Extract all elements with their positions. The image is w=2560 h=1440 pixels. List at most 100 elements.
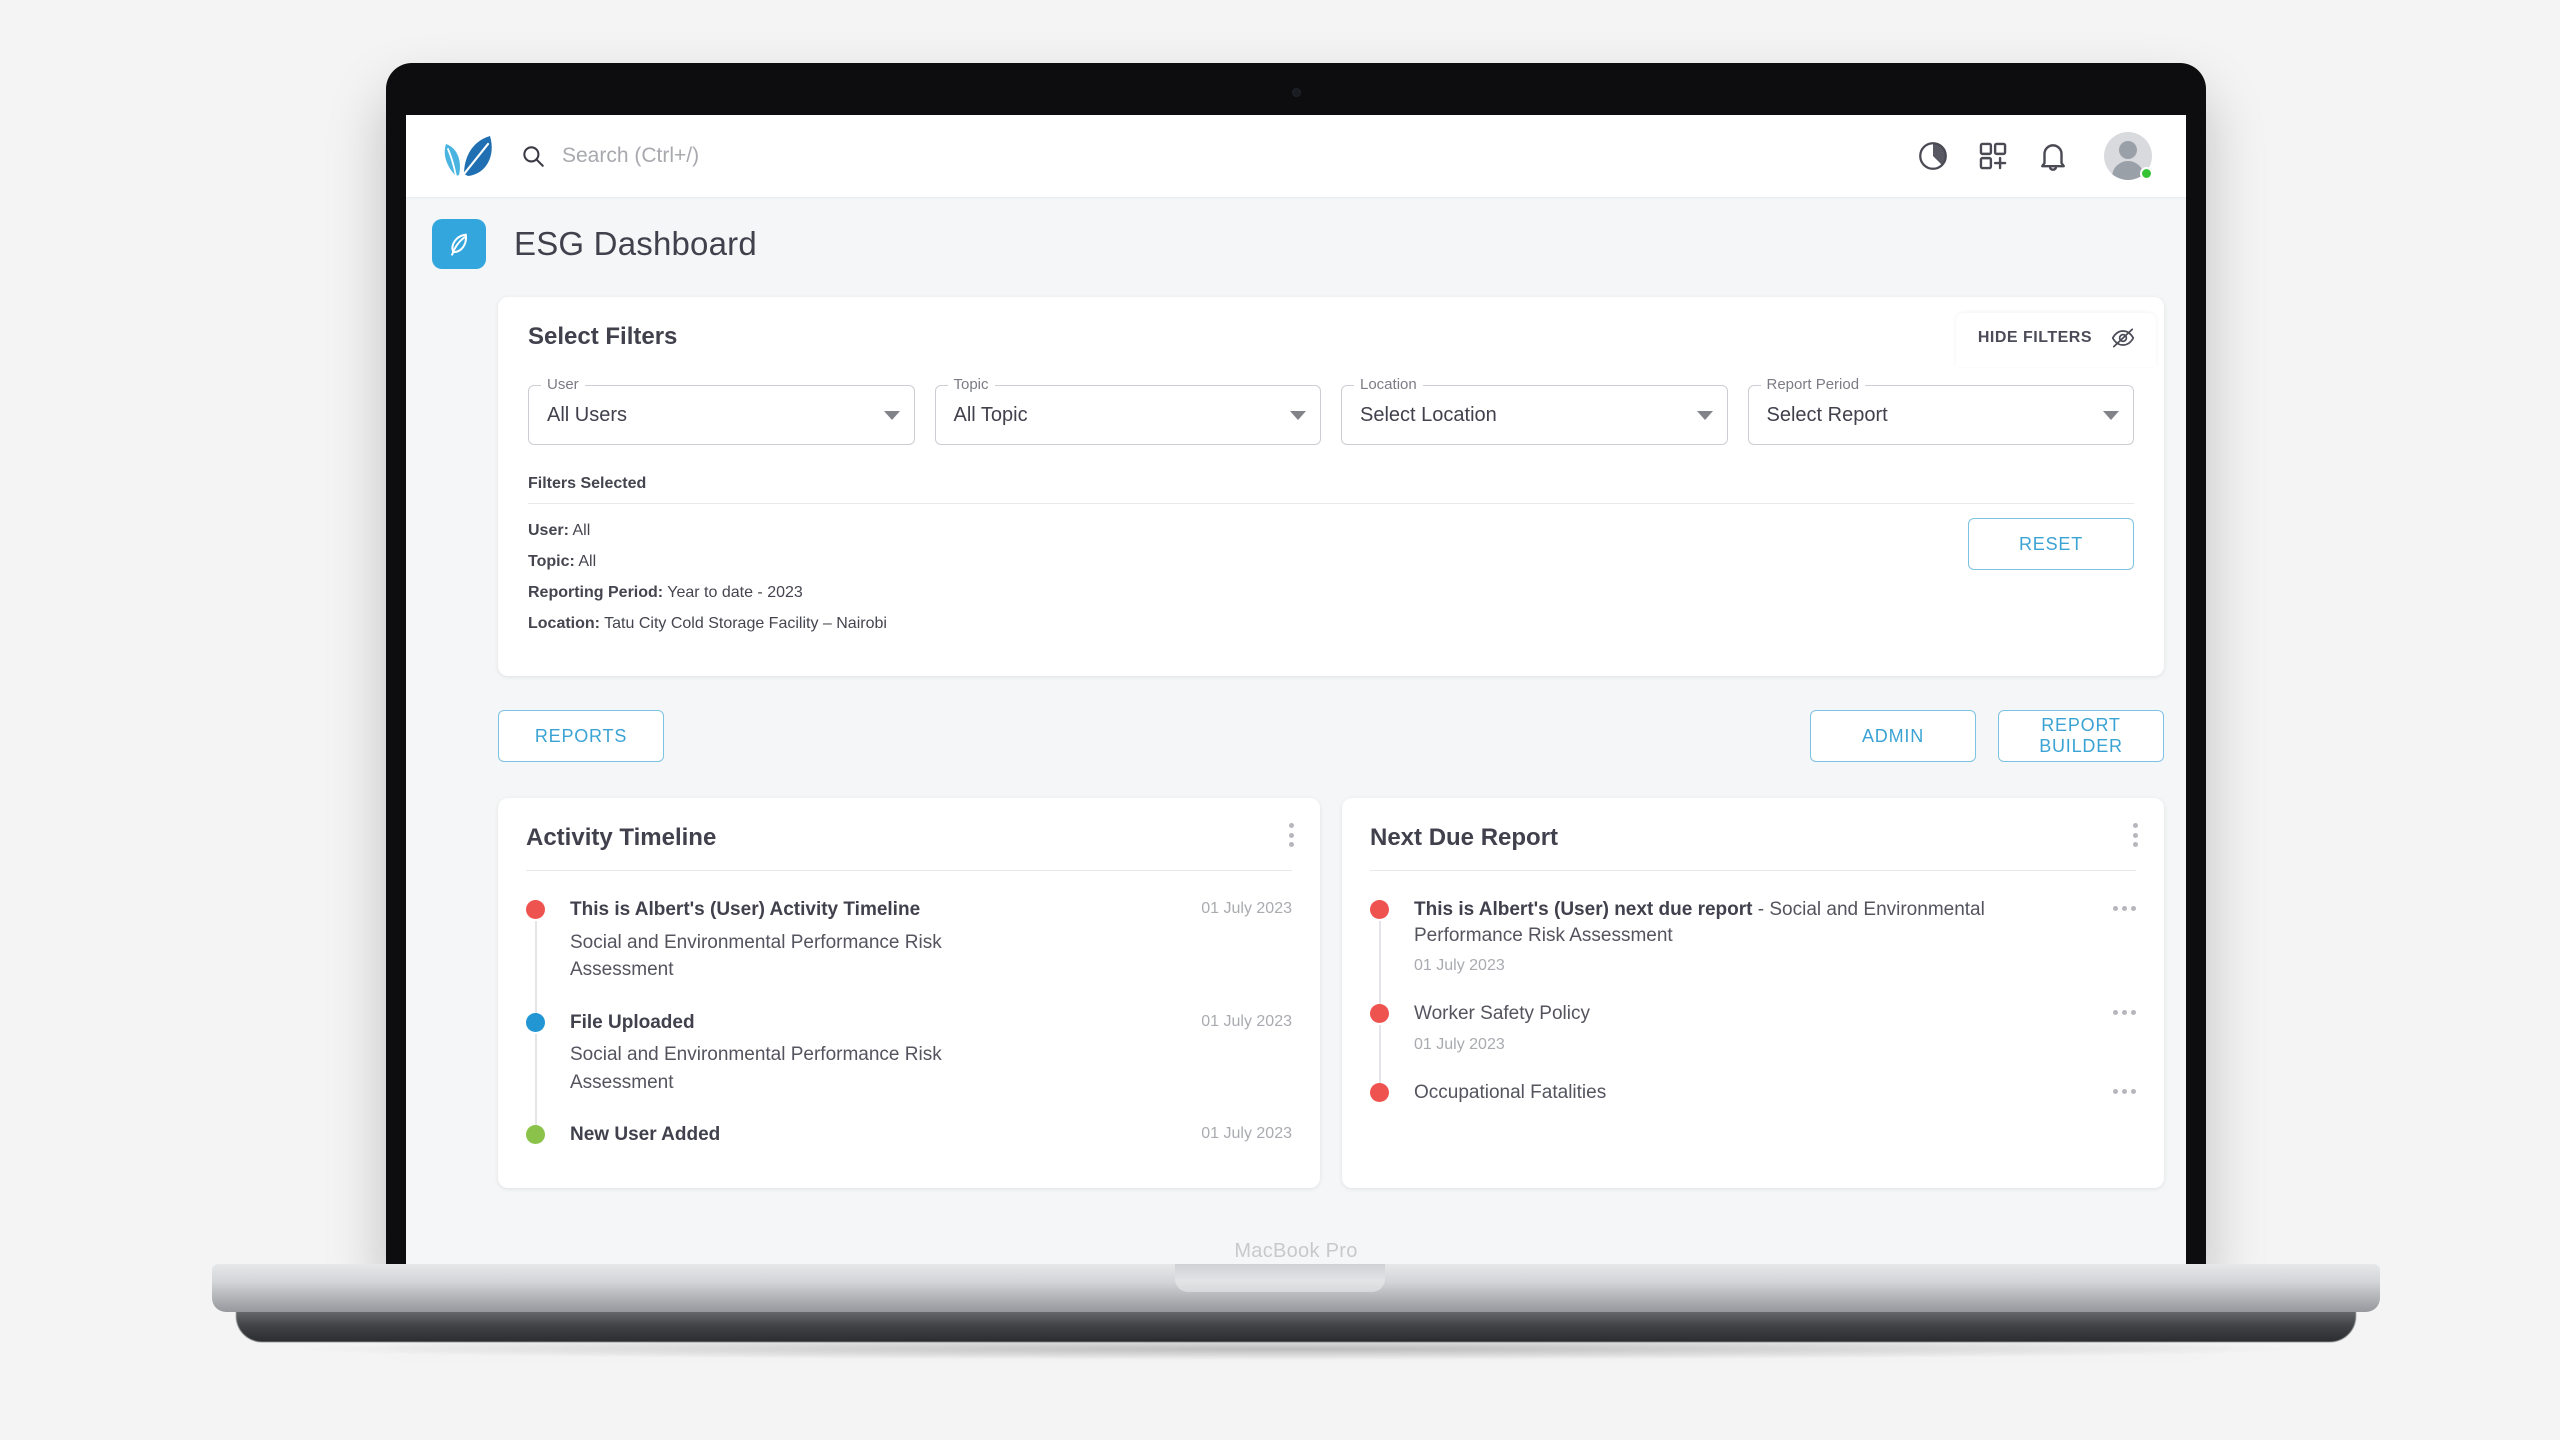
report-item-title: Occupational Fatalities bbox=[1414, 1080, 1606, 1106]
activity-timeline-menu-button[interactable] bbox=[1280, 820, 1302, 850]
report-item-menu-button[interactable] bbox=[2113, 897, 2136, 911]
filter-summary-user: User: All bbox=[528, 522, 887, 540]
report-connector bbox=[1379, 921, 1381, 1006]
report-item-title-strong: This is Albert's (User) next due report bbox=[1414, 899, 1753, 920]
filter-user-value: All Users bbox=[547, 403, 628, 426]
report-dot-icon bbox=[1370, 900, 1389, 919]
filter-location-select[interactable]: Select Location bbox=[1341, 385, 1728, 445]
report-item-title: Worker Safety Policy bbox=[1414, 1001, 1590, 1027]
filters-selected-heading: Filters Selected bbox=[528, 475, 2134, 504]
filter-topic-label: Topic bbox=[947, 376, 995, 393]
reset-button[interactable]: RESET bbox=[1968, 518, 2134, 570]
timeline-item[interactable]: This is Albert's (User) Activity Timelin… bbox=[526, 897, 1292, 1014]
filter-location-value: Select Location bbox=[1360, 403, 1497, 426]
filter-location-label: Location bbox=[1354, 376, 1423, 393]
report-item[interactable]: Occupational Fatalities bbox=[1370, 1080, 2136, 1146]
filter-user-select[interactable]: All Users bbox=[528, 385, 915, 445]
filter-summary-topic: Topic: All bbox=[528, 553, 887, 571]
action-buttons-right: ADMIN REPORT BUILDER bbox=[1810, 710, 2164, 762]
chevron-down-icon bbox=[2103, 410, 2119, 420]
search-bar[interactable] bbox=[520, 143, 1916, 169]
chevron-down-icon bbox=[1696, 410, 1713, 420]
filter-summary-user-key: User: bbox=[528, 522, 569, 539]
next-due-report-title: Next Due Report bbox=[1370, 824, 1559, 851]
filters-card: Select Filters User All Users Topic All … bbox=[498, 297, 2164, 676]
filter-report-period-label: Report Period bbox=[1760, 376, 1866, 393]
activity-timeline-card: Activity Timeline This is Albert's (User… bbox=[498, 798, 1320, 1189]
admin-button[interactable]: ADMIN bbox=[1810, 710, 1976, 762]
activity-timeline-title: Activity Timeline bbox=[526, 824, 717, 851]
filter-fields: User All Users Topic All Topic Location … bbox=[528, 376, 2134, 445]
next-due-report-list: This is Albert's (User) next due report … bbox=[1370, 871, 2136, 1146]
timeline-connector bbox=[535, 921, 537, 1014]
timeline-dot-icon bbox=[526, 1125, 545, 1145]
filter-summary-period: Reporting Period: Year to date - 2023 bbox=[528, 584, 887, 602]
next-due-report-header: Next Due Report bbox=[1370, 823, 2138, 871]
timeline-connector bbox=[535, 1033, 537, 1127]
filter-summary-location-key: Location: bbox=[528, 615, 600, 632]
laptop-base-notch bbox=[1175, 1264, 1385, 1292]
timeline-item-description: Social and Environmental Performance Ris… bbox=[570, 1044, 942, 1093]
filter-report-period-select[interactable]: Select Report bbox=[1747, 385, 2134, 445]
filter-topic: Topic All Topic bbox=[934, 376, 1321, 445]
sidebar-item-esg[interactable] bbox=[432, 219, 486, 269]
timeline-item[interactable]: File Uploaded 01 July 2023 Social and En… bbox=[526, 1010, 1292, 1127]
report-item[interactable]: Worker Safety Policy 01 July 2023 bbox=[1370, 1001, 2136, 1084]
filter-topic-select[interactable]: All Topic bbox=[934, 385, 1321, 445]
search-input[interactable] bbox=[562, 144, 1122, 168]
filter-summary-location-value: Tatu City Cold Storage Facility – Nairob… bbox=[604, 615, 887, 632]
filters-card-title: Select Filters bbox=[528, 323, 678, 350]
floor-shadow bbox=[300, 1338, 2290, 1360]
camera-icon bbox=[1292, 88, 1301, 97]
report-item-menu-button[interactable] bbox=[2113, 1001, 2136, 1016]
timeline-item-title: New User Added bbox=[570, 1124, 721, 1146]
search-icon bbox=[523, 146, 544, 167]
hide-filters-label: HIDE FILTERS bbox=[1977, 329, 2092, 346]
report-item[interactable]: This is Albert's (User) next due report … bbox=[1370, 897, 2136, 1006]
app-bar bbox=[406, 115, 2186, 197]
reports-button[interactable]: REPORTS bbox=[498, 710, 664, 762]
avatar[interactable] bbox=[2104, 132, 2153, 180]
status-badge bbox=[2140, 167, 2153, 180]
timeline-item-date: 01 July 2023 bbox=[1201, 1125, 1292, 1143]
timeline-item[interactable]: New User Added 01 July 2023 bbox=[526, 1122, 1292, 1188]
chevron-down-icon bbox=[1290, 410, 1306, 420]
filter-summary-period-value: Year to date - 2023 bbox=[667, 584, 803, 601]
timeline-item-title: File Uploaded bbox=[570, 1011, 695, 1033]
bell-icon[interactable] bbox=[2036, 139, 2070, 173]
laptop-base-shadow bbox=[236, 1308, 2356, 1342]
report-item-menu-button[interactable] bbox=[2113, 1080, 2136, 1094]
timeline-dot-icon bbox=[526, 1012, 545, 1032]
screen: ESG Dashboard HIDE FILTERS Select Filter bbox=[406, 115, 2186, 1283]
chevron-down-icon bbox=[883, 410, 900, 420]
report-item-date: 01 July 2023 bbox=[1414, 957, 1505, 975]
filter-summary-period-key: Reporting Period: bbox=[528, 584, 664, 601]
grid-plus-icon[interactable] bbox=[1976, 139, 2010, 173]
page-header: ESG Dashboard bbox=[406, 197, 2186, 269]
action-buttons-row: REPORTS ADMIN REPORT BUILDER bbox=[498, 710, 2164, 762]
filter-user-label: User bbox=[541, 376, 585, 393]
app-bar-actions bbox=[1916, 132, 2153, 180]
filter-summary-location: Location: Tatu City Cold Storage Facilit… bbox=[528, 615, 887, 633]
dashboard-cards-row: Activity Timeline This is Albert's (User… bbox=[498, 798, 2164, 1189]
activity-timeline-list: This is Albert's (User) Activity Timelin… bbox=[526, 871, 1292, 1188]
filters-selected-list: User: All Topic: All Reporting Period: Y… bbox=[528, 522, 887, 646]
timeline-item-date: 01 July 2023 bbox=[1201, 900, 1292, 917]
filter-summary-user-value: All bbox=[572, 522, 591, 539]
filter-user: User All Users bbox=[528, 376, 915, 445]
leaf-logo-icon[interactable] bbox=[434, 130, 498, 182]
filter-report-period: Report Period Select Report bbox=[1747, 376, 2134, 445]
activity-timeline-header: Activity Timeline bbox=[526, 823, 1294, 871]
report-dot-icon bbox=[1370, 1082, 1389, 1102]
hide-filters-button[interactable]: HIDE FILTERS bbox=[1955, 313, 2156, 367]
report-item-title-strong: Worker Safety Policy bbox=[1414, 1003, 1590, 1025]
report-builder-button[interactable]: REPORT BUILDER bbox=[1998, 710, 2164, 762]
timeline-item-description: Social and Environmental Performance Ris… bbox=[570, 931, 942, 981]
pie-chart-icon[interactable] bbox=[1916, 139, 1950, 173]
next-due-report-menu-button[interactable] bbox=[2124, 820, 2146, 850]
laptop-lid: ESG Dashboard HIDE FILTERS Select Filter bbox=[386, 63, 2206, 1283]
report-connector bbox=[1379, 1025, 1381, 1084]
report-item-title: This is Albert's (User) next due report … bbox=[1414, 897, 2097, 948]
timeline-item-title: This is Albert's (User) Activity Timelin… bbox=[570, 899, 921, 920]
report-item-title-strong: Occupational Fatalities bbox=[1414, 1081, 1607, 1103]
